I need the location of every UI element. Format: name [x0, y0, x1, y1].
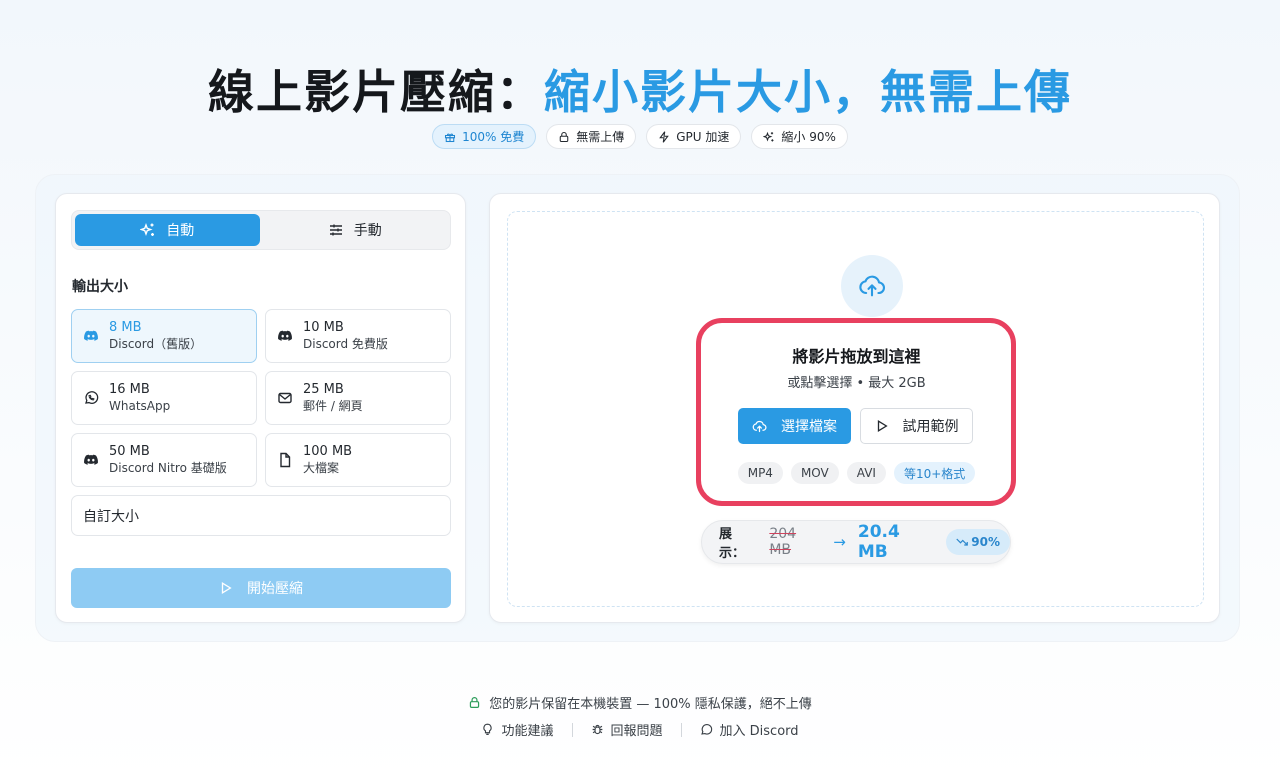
size-option-10mb[interactable]: 10 MB Discord 免費版 — [265, 309, 451, 363]
badge-label: 縮小 90% — [781, 130, 836, 144]
file-icon — [277, 452, 293, 468]
lightbulb-icon — [483, 723, 493, 735]
option-size: 8 MB — [109, 320, 142, 335]
discord-icon — [83, 452, 99, 468]
demo-label: 展示： — [719, 527, 746, 561]
size-option-25mb[interactable]: 25 MB 郵件 / 網頁 — [265, 371, 451, 425]
badge-gpu: GPU 加速 — [646, 124, 742, 149]
play-icon — [221, 582, 232, 594]
size-options: 8 MB Discord（舊版） 10 MB Discord 免費版 16 MB… — [71, 309, 451, 487]
option-size: 50 MB — [109, 444, 150, 459]
size-option-16mb[interactable]: 16 MB WhatsApp — [71, 371, 257, 425]
badge-label: 100% 免費 — [462, 130, 525, 144]
badge-label: 無需上傳 — [576, 130, 625, 144]
mail-icon — [277, 390, 293, 406]
chat-icon — [700, 724, 712, 735]
whatsapp-icon — [83, 390, 99, 406]
demo-compressed-size: 20.4 MB — [857, 522, 900, 562]
link-label: 回報問題 — [610, 724, 663, 739]
option-size: 16 MB — [109, 382, 150, 397]
option-name: 大檔案 — [303, 461, 340, 475]
size-option-50mb[interactable]: 50 MB Discord Nitro 基礎版 — [71, 433, 257, 487]
upload-cloud-icon — [841, 255, 903, 317]
privacy-text: 您的影片保留在本機裝置 — 100% 隱私保護，絕不上傳 — [489, 697, 812, 712]
try-sample-label: 試用範例 — [902, 419, 959, 435]
link-label: 加入 Discord — [719, 724, 799, 739]
gift-icon — [445, 133, 456, 142]
upload-cloud-icon — [752, 420, 767, 432]
lock-icon — [470, 697, 480, 708]
dropzone[interactable]: 將影片拖放到這裡 或點擊選擇 • 最大 2GB 選擇檔案 試用範例 MP4 MO… — [507, 211, 1204, 607]
reduction-value: 90% — [971, 535, 1000, 549]
start-label: 開始壓縮 — [247, 581, 303, 597]
link-label: 功能建議 — [501, 724, 554, 739]
bug-icon — [592, 724, 602, 735]
lock-icon — [559, 131, 569, 142]
badge-label: GPU 加速 — [676, 130, 730, 144]
sparkle-icon — [763, 131, 774, 142]
demo-original-size: 204 MB — [769, 526, 797, 558]
format-tag-more: 等10+格式 — [893, 462, 976, 484]
join-discord-link[interactable]: 加入 Discord — [700, 720, 799, 739]
feature-badges: 100% 免費 無需上傳 GPU 加速 縮小 90% — [0, 124, 1280, 149]
choose-file-button[interactable]: 選擇檔案 — [738, 408, 851, 444]
option-name: Discord（舊版） — [109, 337, 203, 351]
report-issue-link[interactable]: 回報問題 — [591, 720, 663, 739]
start-compress-button[interactable]: 開始壓縮 — [71, 568, 451, 608]
discord-icon — [277, 328, 293, 344]
upload-card: 將影片拖放到這裡 或點擊選擇 • 最大 2GB 選擇檔案 試用範例 MP4 MO… — [489, 193, 1220, 623]
badge-shrink: 縮小 90% — [751, 124, 848, 149]
demo-reduction-badge: 90% — [946, 529, 1010, 555]
size-option-8mb[interactable]: 8 MB Discord（舊版） — [71, 309, 257, 363]
tab-auto[interactable]: 自動 — [75, 214, 260, 246]
option-name: Discord Nitro 基礎版 — [109, 461, 227, 475]
format-tag: AVI — [846, 462, 886, 484]
choose-file-label: 選擇檔案 — [781, 419, 837, 435]
divider — [680, 722, 682, 737]
dropzone-subtitle: 或點擊選擇 • 最大 2GB — [787, 376, 926, 391]
arrow-right-icon: → — [833, 533, 846, 551]
option-size: 10 MB — [303, 320, 344, 335]
title-accent: 縮小影片大小，無需上傳 — [544, 65, 1072, 119]
tab-manual[interactable]: 手動 — [263, 214, 448, 246]
tab-label: 手動 — [353, 223, 382, 239]
tab-label: 自動 — [166, 223, 195, 239]
title-main: 線上影片壓縮： — [208, 65, 544, 119]
badge-free: 100% 免費 — [432, 124, 537, 149]
option-name: 郵件 / 網頁 — [303, 399, 363, 413]
format-tag: MOV — [790, 462, 839, 484]
sparkle-icon — [140, 222, 155, 237]
dropzone-title: 將影片拖放到這裡 — [792, 347, 921, 366]
sliders-icon — [329, 224, 342, 236]
feature-suggestion-link[interactable]: 功能建議 — [481, 720, 554, 739]
lightning-icon — [659, 130, 670, 143]
footer-links: 功能建議 回報問題 加入 Discord — [0, 720, 1280, 739]
try-sample-button[interactable]: 試用範例 — [860, 408, 973, 444]
badge-no-upload: 無需上傳 — [546, 124, 637, 149]
custom-size-option[interactable]: 自訂大小 — [71, 495, 451, 536]
settings-card: 自動 手動 輸出大小 8 MB Discord（舊版） 10 MB Discor… — [55, 193, 466, 623]
divider — [571, 722, 573, 737]
privacy-note: 您的影片保留在本機裝置 — 100% 隱私保護，絕不上傳 — [0, 693, 1280, 712]
size-option-100mb[interactable]: 100 MB 大檔案 — [265, 433, 451, 487]
option-size: 25 MB — [303, 382, 344, 397]
format-tags: MP4 MOV AVI 等10+格式 — [508, 462, 1205, 484]
page-title: 線上影片壓縮：縮小影片大小，無需上傳 — [0, 56, 1280, 122]
discord-icon — [83, 328, 99, 344]
option-name: WhatsApp — [109, 399, 171, 413]
demo-compression-pill: 展示： 204 MB → 20.4 MB 90% — [701, 520, 1011, 564]
play-icon — [877, 420, 888, 432]
trending-down-icon — [956, 538, 969, 546]
option-name: Discord 免費版 — [303, 337, 388, 351]
output-size-label: 輸出大小 — [72, 279, 128, 295]
format-tag: MP4 — [737, 462, 783, 484]
mode-toggle: 自動 手動 — [71, 210, 451, 250]
option-size: 100 MB — [303, 444, 353, 459]
